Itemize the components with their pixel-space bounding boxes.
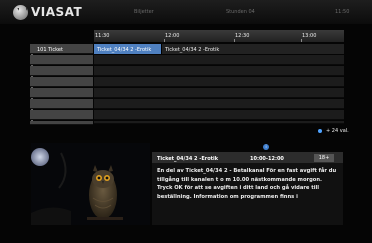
program-area: Ticket_04/34 2 -Erotik Ticket_04/34 2 -E…: [94, 44, 344, 54]
channel-cell[interactable]: [30, 99, 93, 109]
guide-row[interactable]: [30, 66, 344, 76]
time-label: 12:00: [165, 33, 180, 39]
program-guide: 11:30 12:00 12:30 13:00 101 Ticket Ticke…: [30, 30, 344, 125]
time-tick: [164, 39, 165, 42]
time-tick: [301, 39, 302, 42]
epg-screen: VIASAT Biljetter Stunden 04 11:50 11:30 …: [0, 0, 372, 243]
program-area[interactable]: [94, 77, 344, 87]
guide-row[interactable]: [30, 88, 344, 98]
more-channels-indicator[interactable]: + 24 val.: [318, 128, 349, 134]
viasat-logo: VIASAT: [13, 4, 82, 20]
program-description: En del av Ticket_04/34 2 - Betalkanal Fö…: [157, 168, 337, 200]
time-label: 13:00: [302, 33, 317, 39]
video-preview: [31, 143, 150, 225]
channel-cell[interactable]: [30, 77, 93, 87]
program-info-panel: Ticket_04/34 2 -Erotik 10:00-12:00 18+ E…: [152, 152, 343, 225]
program-cell-selected[interactable]: Ticket_04/34 2 -Erotik: [94, 44, 161, 54]
channel-cell[interactable]: [30, 110, 93, 120]
channel-cell[interactable]: [30, 121, 93, 125]
header-left-label: Biljetter: [134, 9, 154, 15]
info-icon: i: [263, 144, 269, 150]
guide-row[interactable]: [30, 110, 344, 120]
guide-row[interactable]: [30, 77, 344, 87]
owl-preview-image: [31, 143, 150, 225]
program-area[interactable]: [94, 66, 344, 76]
program-area[interactable]: [94, 88, 344, 98]
channel-cell[interactable]: 101 Ticket: [30, 44, 93, 54]
viasat-logo-icon: [13, 4, 28, 20]
program-area[interactable]: [94, 55, 344, 65]
brand-name: VIASAT: [31, 5, 83, 19]
header-clock: 11:50: [335, 9, 350, 15]
program-area[interactable]: [94, 110, 344, 120]
guide-row[interactable]: 101 Ticket Ticket_04/34 2 -Erotik Ticket…: [30, 44, 344, 54]
guide-row[interactable]: [30, 99, 344, 109]
time-label: 12:30: [235, 33, 250, 39]
more-channels-label: + 24 val.: [326, 128, 349, 134]
channel-cell[interactable]: [30, 66, 93, 76]
guide-row[interactable]: [30, 121, 344, 125]
header-center-label: Stunden 04: [226, 9, 255, 15]
guide-row[interactable]: [30, 55, 344, 65]
program-cell[interactable]: Ticket_04/34 2 -Erotik: [161, 44, 344, 54]
program-time: 10:00-12:00: [250, 156, 284, 162]
channel-cell[interactable]: [30, 55, 93, 65]
program-area[interactable]: [94, 99, 344, 109]
header-bar: VIASAT Biljetter Stunden 04 11:50: [0, 0, 372, 24]
age-rating-badge: 18+: [314, 154, 334, 162]
program-area[interactable]: [94, 121, 344, 124]
info-header: Ticket_04/34 2 -Erotik 10:00-12:00 18+: [152, 152, 343, 163]
channel-cell[interactable]: [30, 88, 93, 98]
blue-dot-icon: [318, 128, 322, 133]
time-bar: 11:30 12:00 12:30 13:00: [94, 30, 344, 42]
time-label: 11:30: [95, 33, 110, 39]
program-title: Ticket_04/34 2 -Erotik: [157, 156, 219, 162]
time-tick: [234, 39, 235, 42]
